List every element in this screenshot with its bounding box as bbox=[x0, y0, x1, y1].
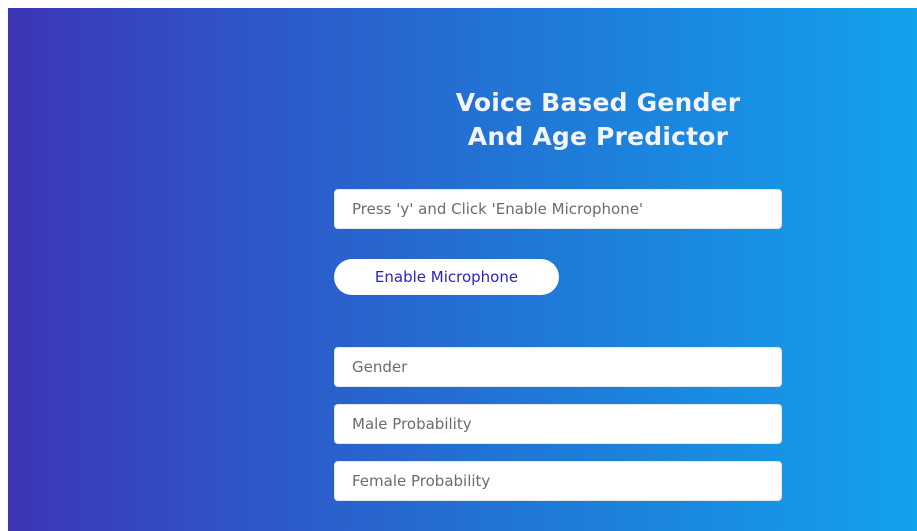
page-title: Voice Based Gender And Age Predictor bbox=[388, 86, 808, 154]
gender-output-field[interactable] bbox=[334, 347, 782, 387]
female-probability-field[interactable] bbox=[334, 461, 782, 501]
app-background: Voice Based Gender And Age Predictor Ena… bbox=[8, 8, 917, 531]
enable-microphone-button[interactable]: Enable Microphone bbox=[334, 259, 559, 295]
male-probability-field[interactable] bbox=[334, 404, 782, 444]
page-title-line-2: And Age Predictor bbox=[467, 122, 729, 151]
page-title-line-1: Voice Based Gender bbox=[455, 88, 741, 117]
instruction-input[interactable] bbox=[334, 189, 782, 229]
